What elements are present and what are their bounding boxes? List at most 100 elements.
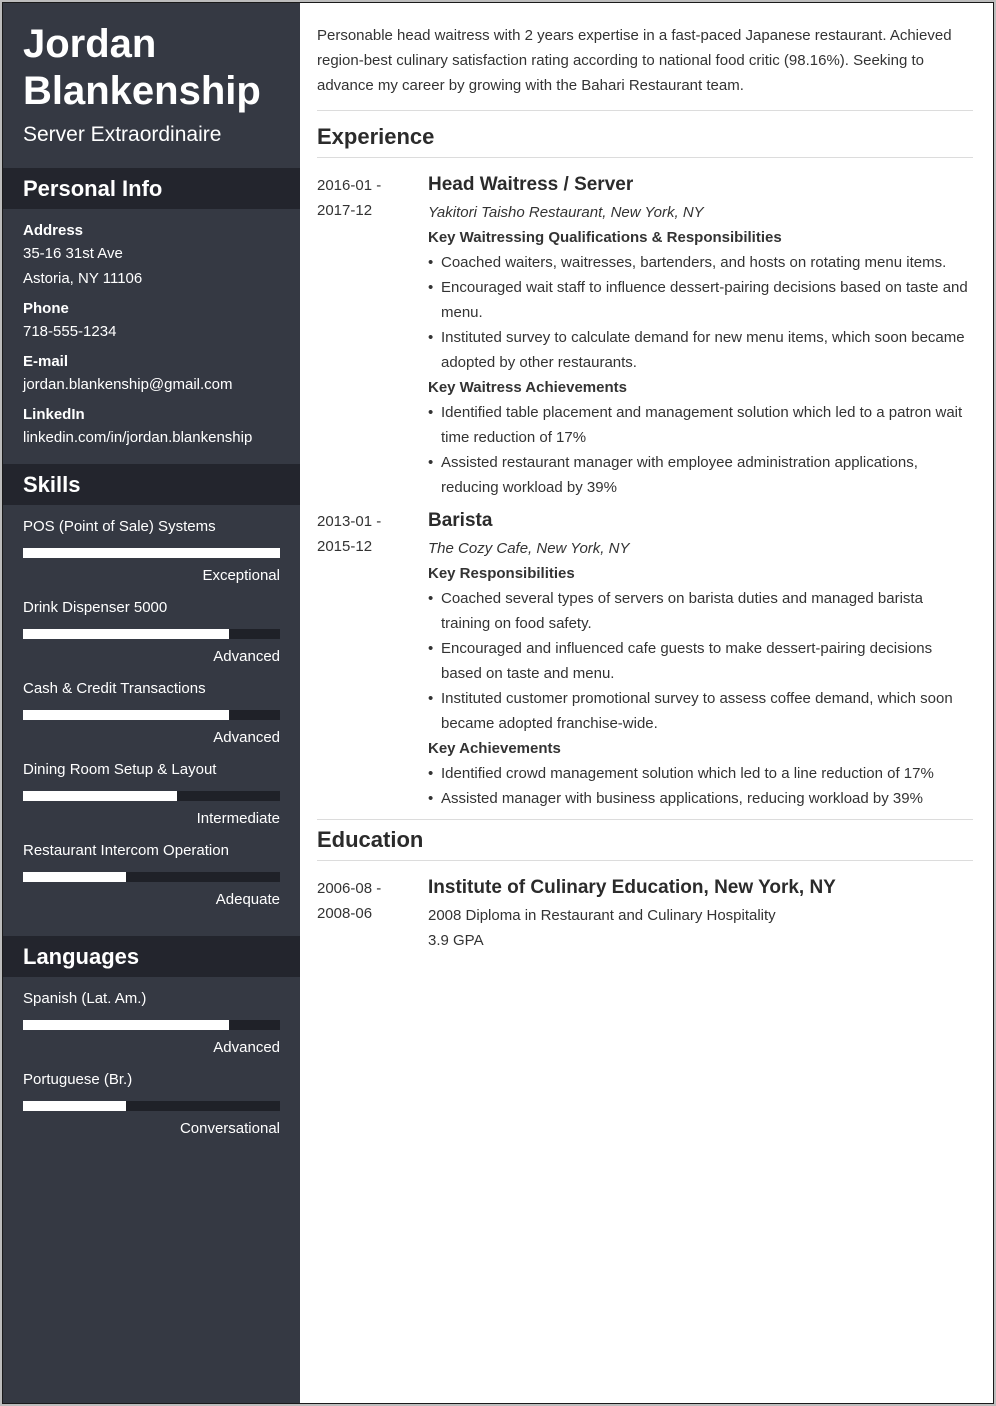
skill-item: Cash & Credit Transactions Advanced (23, 679, 280, 748)
job-title: Head Waitress / Server (428, 174, 634, 195)
level-bar-fill (23, 791, 178, 801)
entry-date: 2006-08 - 2008-06 (317, 875, 428, 953)
bullet-item: Instituted survey to calculate demand fo… (428, 325, 973, 375)
entry-date: 2013-01 - 2015-12 (317, 508, 428, 811)
summary-text: Personable head waitress with 2 years ex… (317, 23, 973, 111)
languages-list: Spanish (Lat. Am.) Advanced Portuguese (Br… (3, 977, 300, 1165)
education-section: Education 2006-08 - 2008-06 Institute of C… (317, 819, 973, 953)
skill-level: Intermediate (196, 810, 280, 827)
level-bar (23, 1020, 280, 1030)
bullet-item: Instituted customer promotional survey t… (428, 686, 973, 736)
level-bar-fill (23, 1101, 126, 1111)
bullet-list: Identified crowd management solution whi… (428, 761, 973, 811)
skill-item: Dining Room Setup & Layout Intermediate (23, 760, 280, 829)
education-detail: 2008 Diploma in Restaurant and Culinary … (428, 907, 776, 924)
skill-item: POS (Point of Sale) Systems Exceptional (23, 517, 280, 586)
experience-heading: Experience (317, 123, 973, 158)
skill-name: Portuguese (Br.) (23, 1071, 133, 1088)
skill-name: Restaurant Intercom Operation (23, 842, 229, 859)
language-item: Spanish (Lat. Am.) Advanced (23, 989, 280, 1058)
group-heading: Key Responsibilities (428, 565, 575, 582)
group-heading: Key Waitressing Qualifications & Respons… (428, 229, 782, 246)
name-line-last: Blankenship (23, 69, 261, 113)
group-heading: Key Achievements (428, 740, 561, 757)
date-start: 2006-08 - (317, 880, 382, 897)
info-value: Astoria, NY 11106 (23, 270, 143, 287)
level-bar-fill (23, 548, 280, 558)
level-bar (23, 629, 280, 639)
level-bar (23, 791, 280, 801)
entry-body: Institute of Culinary Education, New Yor… (428, 875, 973, 953)
skills-list: POS (Point of Sale) Systems Exceptional Dr… (3, 505, 300, 936)
education-heading: Education (317, 826, 973, 861)
school-name: Institute of Culinary Education, New Yor… (428, 877, 836, 898)
skills-heading: Skills (3, 464, 300, 505)
date-start: 2016-01 - (317, 177, 382, 194)
bullet-item: Coached several types of servers on bari… (428, 586, 973, 636)
entry-body: Head Waitress / Server Yakitori Taisho Re… (428, 172, 973, 500)
level-bar-fill (23, 629, 229, 639)
entry-date: 2016-01 - 2017-12 (317, 172, 428, 500)
bullet-list: Identified table placement and managemen… (428, 400, 973, 500)
bullet-item: Encouraged and influenced cafe guests to… (428, 636, 973, 686)
date-end: 2015-12 (317, 538, 373, 555)
personal-info-list: Address 35-16 31st Ave Astoria, NY 11106 Ph… (3, 209, 300, 464)
experience-entry: 2016-01 - 2017-12 Head Waitress / Server Ya… (317, 172, 973, 500)
company-name: The Cozy Cafe, New York, NY (428, 540, 630, 557)
skill-level: Conversational (179, 1120, 280, 1137)
sidebar: Jordan Blankenship Server Extraordinaire… (3, 3, 300, 1403)
bullet-item: Identified table placement and managemen… (428, 400, 973, 450)
candidate-role: Server Extraordinaire (23, 123, 222, 146)
skill-level: Exceptional (202, 567, 280, 584)
resume-header: Jordan Blankenship Server Extraordinaire (3, 3, 300, 168)
info-value: 718-555-1234 (23, 323, 117, 340)
skill-level: Advanced (213, 729, 280, 746)
skill-level: Advanced (213, 648, 280, 665)
languages-heading: Languages (3, 936, 300, 977)
candidate-name: Jordan Blankenship (23, 21, 280, 115)
language-item: Portuguese (Br.) Conversational (23, 1070, 280, 1139)
bullet-item: Encouraged wait staff to influence desse… (428, 275, 973, 325)
level-bar (23, 548, 280, 558)
education-detail: 3.9 GPA (428, 932, 484, 949)
education-entry: 2006-08 - 2008-06 Institute of Culinary Ed… (317, 875, 973, 953)
level-bar (23, 872, 280, 882)
education-list: 2006-08 - 2008-06 Institute of Culinary Ed… (317, 861, 973, 953)
info-label: E-mail (23, 353, 69, 370)
entry-body: Barista The Cozy Cafe, New York, NY Key Re… (428, 508, 973, 811)
bullet-list: Coached several types of servers on bari… (428, 586, 973, 736)
level-bar-fill (23, 710, 229, 720)
skill-item: Restaurant Intercom Operation Adequate (23, 841, 280, 910)
level-bar-fill (23, 872, 126, 882)
bullet-list: Coached waiters, waitresses, bartenders,… (428, 250, 973, 375)
info-value[interactable]: jordan.blankenship@gmail.com (23, 372, 280, 397)
info-label: Address (23, 222, 84, 239)
name-line-first: Jordan (23, 22, 157, 66)
level-bar-fill (23, 1020, 229, 1030)
skill-item: Drink Dispenser 5000 Advanced (23, 598, 280, 667)
job-title: Barista (428, 510, 493, 531)
main-content: Personable head waitress with 2 years ex… (300, 3, 993, 1403)
personal-info-heading: Personal Info (3, 168, 300, 209)
skill-name: Spanish (Lat. Am.) (23, 990, 147, 1007)
date-end: 2008-06 (317, 905, 373, 922)
bullet-item: Assisted restaurant manager with employe… (428, 450, 973, 500)
level-bar (23, 710, 280, 720)
skill-name: Drink Dispenser 5000 (23, 599, 168, 616)
skill-name: Cash & Credit Transactions (23, 680, 206, 697)
skill-name: POS (Point of Sale) Systems (23, 518, 216, 535)
date-end: 2017-12 (317, 202, 373, 219)
skill-name: Dining Room Setup & Layout (23, 761, 217, 778)
info-value[interactable]: linkedin.com/in/jordan.blankenship (23, 425, 280, 450)
info-label: Phone (23, 300, 69, 317)
bullet-item: Coached waiters, waitresses, bartenders,… (428, 250, 973, 275)
resume-page: Jordan Blankenship Server Extraordinaire… (2, 2, 994, 1404)
level-bar (23, 1101, 280, 1111)
bullet-item: Identified crowd management solution whi… (428, 761, 973, 786)
info-value: 35-16 31st Ave (23, 245, 123, 262)
skill-level: Advanced (213, 1039, 280, 1056)
group-heading: Key Waitress Achievements (428, 379, 627, 396)
skill-level: Adequate (215, 891, 280, 908)
info-label: LinkedIn (23, 406, 85, 423)
experience-list: 2016-01 - 2017-12 Head Waitress / Server Ya… (317, 158, 973, 811)
